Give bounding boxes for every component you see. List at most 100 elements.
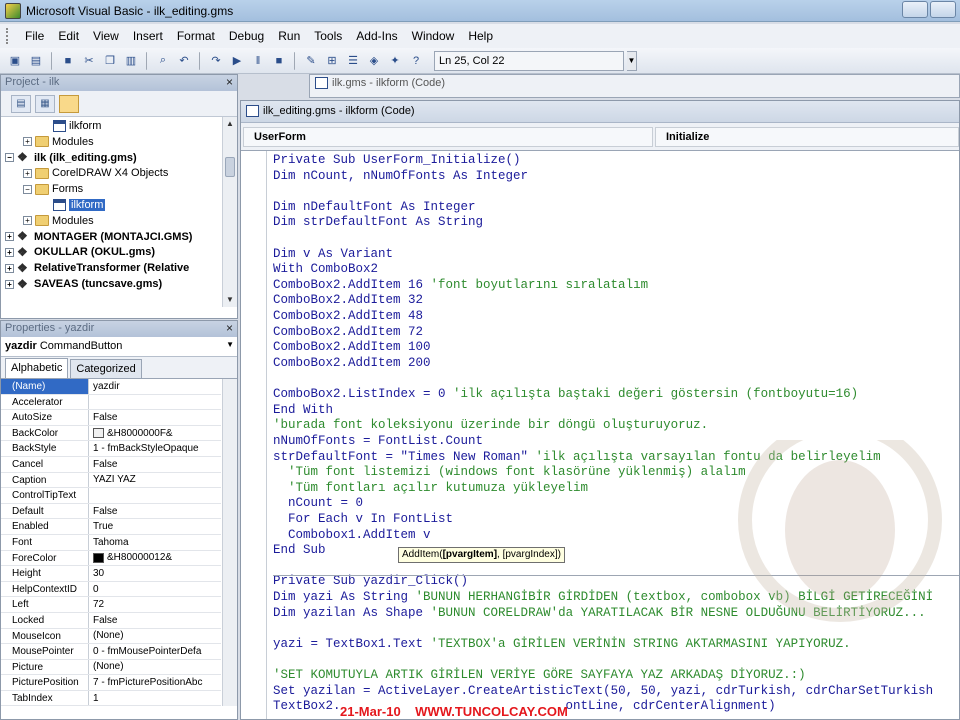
expand-icon[interactable]: + <box>23 137 32 147</box>
properties-window-icon[interactable]: ☰ <box>344 52 362 70</box>
code-line[interactable]: With ComboBox2 <box>273 262 959 278</box>
code-line[interactable]: 'Tüm font listemizi (windows font klasör… <box>273 465 959 481</box>
property-row[interactable]: ForeColor &H80000012& <box>1 550 221 567</box>
property-row[interactable]: MousePointer 0 - fmMousePointerDefa <box>1 644 221 660</box>
expand-icon[interactable]: + <box>23 168 32 178</box>
toolbar-grip[interactable] <box>6 28 10 44</box>
collapse-icon[interactable]: − <box>5 153 14 163</box>
code-line[interactable]: Dim yazilan As Shape 'BUNUN CORELDRAW'da… <box>273 606 959 622</box>
menu-help[interactable]: Help <box>461 27 500 45</box>
close-icon[interactable]: × <box>226 75 233 89</box>
code-line[interactable]: nCount = 0 <box>273 496 959 512</box>
code-line[interactable]: ComboBox2.AddItem 100 <box>273 340 959 356</box>
property-value[interactable]: 72 <box>89 597 221 612</box>
property-row[interactable]: Left 72 <box>1 597 221 613</box>
property-value[interactable]: 1 - fmBackStyleOpaque <box>89 441 221 456</box>
toggle-folders-icon[interactable] <box>59 94 79 113</box>
menu-tools[interactable]: Tools <box>307 27 349 45</box>
minimize-button[interactable] <box>902 1 928 18</box>
help-icon[interactable]: ? <box>407 52 425 70</box>
property-row[interactable]: Caption YAZI YAZ <box>1 472 221 489</box>
code-line[interactable]: End Sub <box>273 543 959 559</box>
tree-item[interactable]: + Modules <box>23 134 94 150</box>
property-value[interactable]: 0 - fmMousePointerDefa <box>89 644 221 659</box>
code-line[interactable]: Combobox1.AddItem v <box>273 528 959 544</box>
code-line[interactable]: Dim nDefaultFont As Integer <box>273 200 959 216</box>
property-value[interactable]: YAZI YAZ <box>89 473 221 488</box>
save-icon[interactable]: ■ <box>59 52 77 70</box>
tree-item[interactable]: − Forms <box>23 181 83 197</box>
property-row[interactable]: BackColor &H8000000F& <box>1 425 221 442</box>
code-line[interactable]: End With <box>273 403 959 419</box>
property-row[interactable]: TabIndex 1 <box>1 690 221 707</box>
expand-icon[interactable]: + <box>5 263 14 273</box>
property-row[interactable]: HelpContextID 0 <box>1 581 221 598</box>
menu-edit[interactable]: Edit <box>51 27 86 45</box>
menu-insert[interactable]: Insert <box>126 27 170 45</box>
property-row[interactable]: Font Tahoma <box>1 534 221 551</box>
property-value[interactable]: True <box>89 519 221 534</box>
tree-item[interactable]: + ❖ MONTAGER (MONTAJCI.GMS) <box>5 229 192 245</box>
code-gutter[interactable] <box>241 151 267 719</box>
menu-view[interactable]: View <box>86 27 126 45</box>
property-row[interactable]: Height 30 <box>1 566 221 582</box>
expand-icon[interactable]: + <box>5 247 14 257</box>
insert-userform-icon[interactable]: ▤ <box>27 52 45 70</box>
code-line[interactable] <box>273 621 959 637</box>
scroll-up-icon[interactable]: ▲ <box>223 117 237 131</box>
expand-icon[interactable]: + <box>5 279 14 289</box>
break-icon[interactable]: ‖ <box>249 52 267 70</box>
menu-file[interactable]: File <box>18 27 51 45</box>
property-value[interactable]: False <box>89 410 221 425</box>
menu-run[interactable]: Run <box>271 27 307 45</box>
property-row[interactable]: PicturePosition 7 - fmPicturePositionAbc <box>1 675 221 691</box>
property-value[interactable]: yazdir <box>89 379 221 394</box>
code-line[interactable]: strDefaultFont = "Times New Roman" 'ilk … <box>273 450 959 466</box>
property-value[interactable]: False <box>89 504 221 519</box>
property-value[interactable]: False <box>89 457 221 472</box>
find-icon[interactable]: ⌕ <box>154 52 172 70</box>
property-row[interactable]: Locked False <box>1 612 221 629</box>
property-row[interactable]: Cancel False <box>1 456 221 473</box>
design-mode-icon[interactable]: ✎ <box>302 52 320 70</box>
code-line[interactable]: Dim v As Variant <box>273 247 959 263</box>
property-row[interactable]: AutoSize False <box>1 410 221 426</box>
object-combo[interactable]: UserForm <box>243 127 653 147</box>
code-line[interactable]: Dim nCount, nNumOfFonts As Integer <box>273 169 959 185</box>
expand-icon[interactable]: + <box>23 216 32 226</box>
collapse-icon[interactable]: − <box>23 184 32 194</box>
property-row[interactable]: Default False <box>1 503 221 520</box>
code-line[interactable]: yazi = TextBox1.Text 'TEXTBOX'a GİRİLEN … <box>273 637 959 653</box>
tab-alphabetic[interactable]: Alphabetic <box>5 358 69 378</box>
code-line[interactable]: 'burada font koleksiyonu üzerinde bir dö… <box>273 418 959 434</box>
code-line[interactable]: Dim strDefaultFont As String <box>273 215 959 231</box>
code-line[interactable]: ComboBox2.AddItem 200 <box>273 356 959 372</box>
cut-icon[interactable]: ✂ <box>80 52 98 70</box>
object-browser-icon[interactable]: ◈ <box>365 52 383 70</box>
code-line[interactable] <box>273 184 959 200</box>
menu-debug[interactable]: Debug <box>222 27 271 45</box>
property-value[interactable] <box>89 488 221 503</box>
menu-add-ins[interactable]: Add-Ins <box>349 27 404 45</box>
code-line[interactable]: 'SET KOMUTUYLA ARTIK GİRİLEN VERİYE GÖRE… <box>273 668 959 684</box>
scroll-down-icon[interactable]: ▼ <box>223 293 237 307</box>
property-value[interactable] <box>89 395 221 410</box>
property-value[interactable]: 0 <box>89 582 221 597</box>
background-code-window[interactable]: ilk.gms - ilkform (Code) <box>309 74 960 98</box>
property-row[interactable]: Enabled True <box>1 519 221 535</box>
code-line[interactable]: nNumOfFonts = FontList.Count <box>273 434 959 450</box>
tree-item[interactable]: + Modules <box>23 213 94 229</box>
view-host-icon[interactable]: ▣ <box>6 52 24 70</box>
maximize-button[interactable] <box>930 1 956 18</box>
property-value[interactable]: 7 - fmPicturePositionAbc <box>89 675 221 690</box>
property-value[interactable]: 1 <box>89 691 221 706</box>
code-line[interactable]: ComboBox2.AddItem 72 <box>273 325 959 341</box>
procedure-combo[interactable]: Initialize <box>655 127 959 147</box>
redo-icon[interactable]: ↷ <box>207 52 225 70</box>
tree-item[interactable]: + ❖ OKULLAR (OKUL.gms) <box>5 244 155 260</box>
close-icon[interactable]: × <box>226 321 233 335</box>
property-value[interactable]: (None) <box>89 629 221 644</box>
tab-categorized[interactable]: Categorized <box>70 359 142 378</box>
code-line[interactable] <box>273 653 959 669</box>
toolbox-icon[interactable]: ✦ <box>386 52 404 70</box>
